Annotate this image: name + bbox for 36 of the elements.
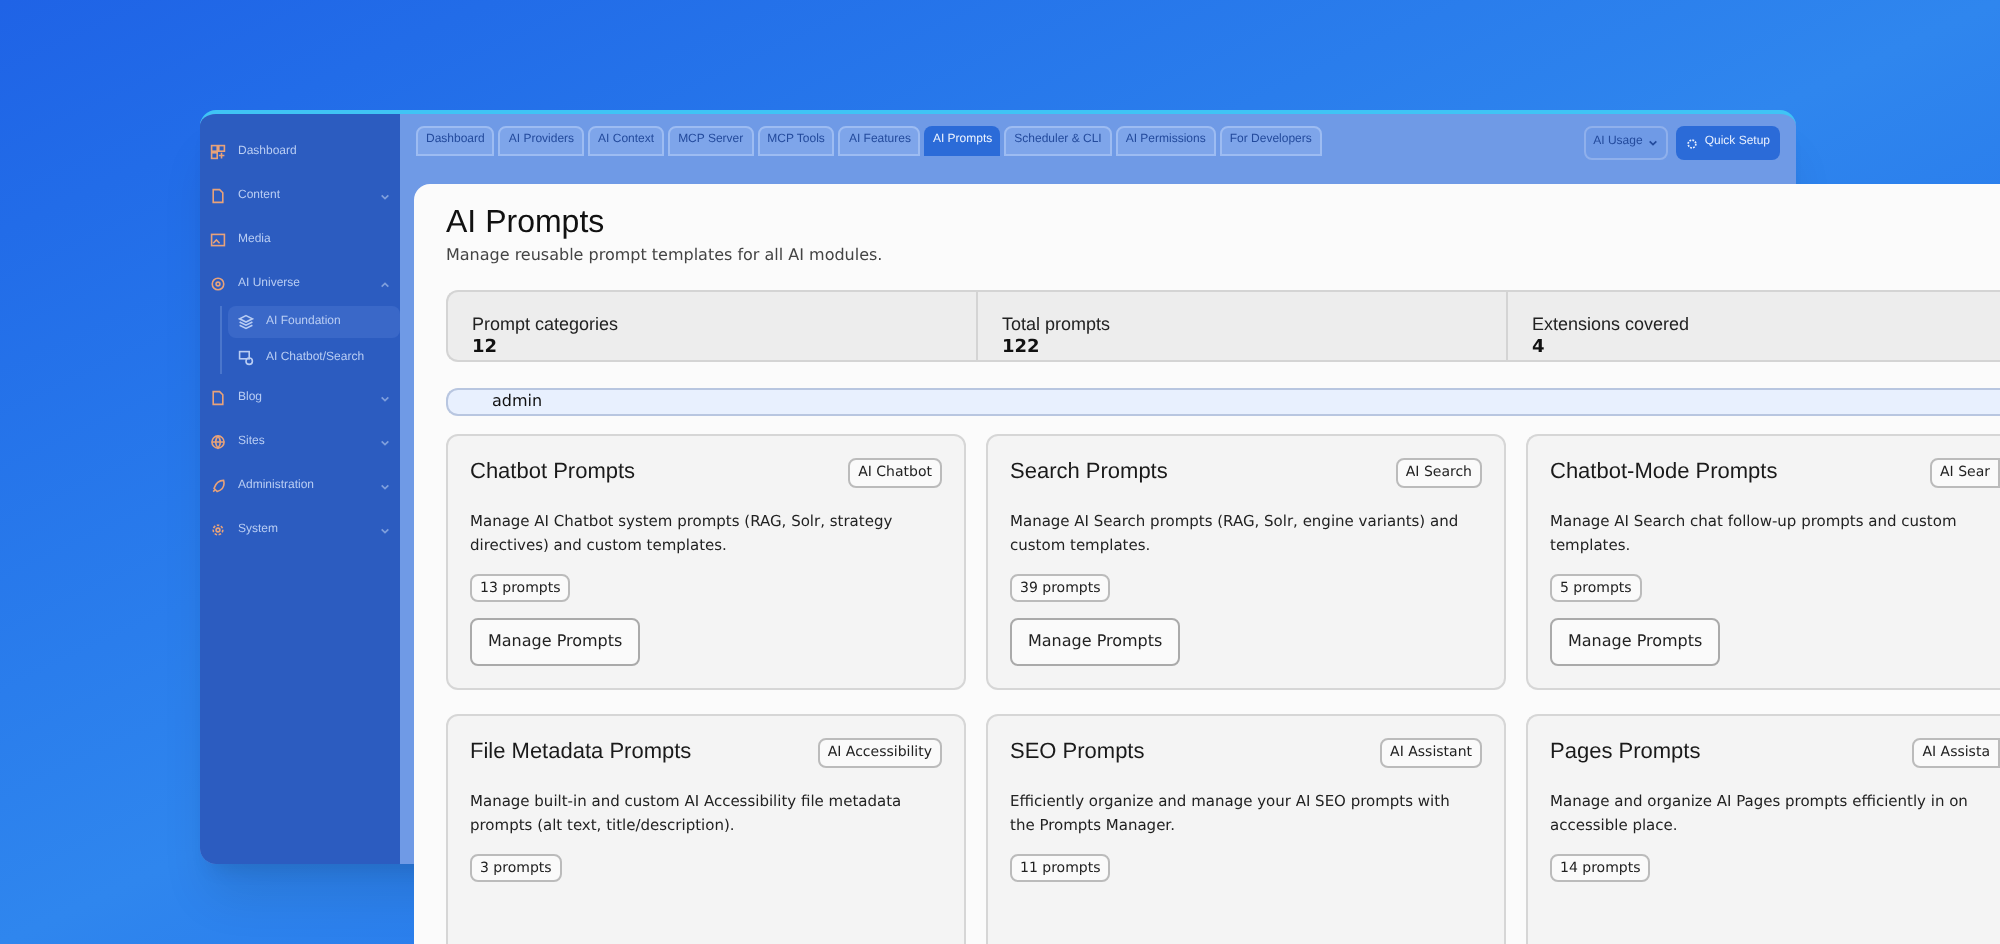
card-title: Chatbot Prompts <box>470 458 636 488</box>
document-icon <box>210 188 226 204</box>
gear-icon <box>210 522 226 538</box>
image-icon <box>210 232 226 248</box>
stat-label: Prompt categories <box>472 314 621 336</box>
gear-icon <box>1686 137 1699 149</box>
user-name: admin <box>492 390 543 414</box>
card-title: File Metadata Prompts <box>470 738 692 768</box>
page-title: AI Prompts <box>446 204 607 244</box>
card-title: Search Prompts <box>1010 458 1168 488</box>
stat-value: 4 <box>1532 336 1547 360</box>
layers-icon <box>238 314 254 330</box>
card-title: Pages Prompts <box>1550 738 1701 768</box>
document-icon <box>210 390 226 406</box>
orbit-icon <box>210 276 226 292</box>
chat-icon <box>238 350 254 366</box>
stat-value: 122 <box>1002 336 1042 360</box>
manage-prompts-button[interactable]: Manage Prompts <box>1010 618 1181 666</box>
chevron-down-icon <box>380 481 390 491</box>
manage-prompts-button[interactable]: Manage Prompts <box>470 618 641 666</box>
chevron-up-icon <box>380 279 390 289</box>
rocket-icon <box>210 478 226 494</box>
stat-label: Total prompts <box>1002 314 1113 336</box>
chevron-down-icon <box>380 525 390 535</box>
chevron-down-icon <box>380 191 390 201</box>
globe-icon <box>210 434 226 450</box>
chevron-down-icon <box>1648 138 1659 148</box>
card-title: Chatbot-Mode Prompts <box>1550 458 1778 488</box>
stat-label: Extensions covered <box>1532 314 1692 336</box>
grid-icon <box>210 144 226 160</box>
manage-prompts-button[interactable]: Manage Prompts <box>1550 618 1721 666</box>
stat-value: 12 <box>472 336 500 360</box>
card-title: SEO Prompts <box>1010 738 1145 768</box>
page-subtitle: Manage reusable prompt templates for all AI modules. <box>446 244 885 268</box>
chevron-down-icon <box>380 437 390 447</box>
chevron-down-icon <box>380 393 390 403</box>
